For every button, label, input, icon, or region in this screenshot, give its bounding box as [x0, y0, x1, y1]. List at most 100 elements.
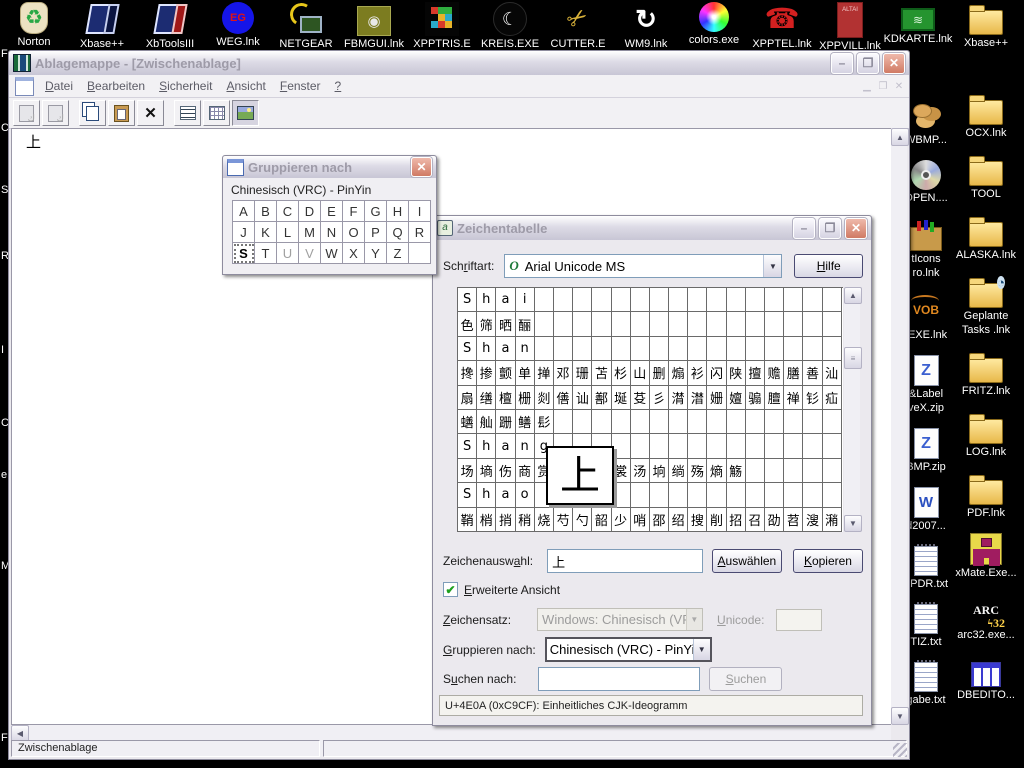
horizontal-scrollbar[interactable]: ◀	[11, 725, 891, 740]
letter-cell-T[interactable]: T	[255, 243, 277, 264]
char-cell-empty[interactable]	[823, 288, 842, 312]
search-field[interactable]	[538, 667, 700, 691]
letter-cell-F[interactable]: F	[343, 201, 365, 222]
char-cell-empty[interactable]	[573, 337, 592, 361]
letter-cell-Z[interactable]: Z	[387, 243, 409, 264]
char-cell-empty[interactable]	[803, 288, 822, 312]
desktop-icon[interactable]: Xbase++	[68, 2, 136, 52]
help-button[interactable]: Hilfe	[794, 254, 863, 278]
char-cell[interactable]: 舢	[477, 410, 496, 434]
char-cell-empty[interactable]	[669, 410, 688, 434]
char-cell-empty[interactable]	[784, 312, 803, 336]
char-cell[interactable]: 绱	[669, 459, 688, 483]
char-cell-empty[interactable]	[784, 459, 803, 483]
char-cell[interactable]: 汤	[631, 459, 650, 483]
char-cell-empty[interactable]	[765, 459, 784, 483]
char-cell[interactable]: S	[458, 288, 477, 312]
char-cell-empty[interactable]	[688, 483, 707, 507]
char-cell[interactable]: 骟	[746, 386, 765, 410]
group-dialog-close-icon[interactable]: ✕	[411, 157, 432, 177]
char-cell[interactable]: 鞘	[458, 508, 477, 532]
char-cell[interactable]: 善	[803, 361, 822, 385]
char-cell[interactable]: a	[496, 288, 515, 312]
char-cell[interactable]: 汕	[823, 361, 842, 385]
letter-cell-M[interactable]: M	[299, 222, 321, 243]
char-cell-empty[interactable]	[784, 483, 803, 507]
char-cell[interactable]: 讪	[573, 386, 592, 410]
char-cell[interactable]: 芍	[554, 508, 573, 532]
char-cell-empty[interactable]	[707, 288, 726, 312]
char-cell-empty[interactable]	[765, 434, 784, 458]
desktop-icon[interactable]: TOOL	[953, 153, 1019, 200]
char-cell[interactable]: n	[516, 434, 535, 458]
char-cell-empty[interactable]	[746, 483, 765, 507]
char-cell-empty[interactable]	[554, 312, 573, 336]
char-cell-empty[interactable]	[823, 312, 842, 336]
char-cell-empty[interactable]	[803, 337, 822, 361]
char-cell[interactable]: 垧	[650, 459, 669, 483]
letter-cell-H[interactable]: H	[387, 201, 409, 222]
letter-cell-B[interactable]: B	[255, 201, 277, 222]
char-cell[interactable]: 檀	[496, 386, 515, 410]
letter-cell-X[interactable]: X	[343, 243, 365, 264]
char-cell[interactable]: 墒	[477, 459, 496, 483]
char-cell[interactable]: 禅	[784, 386, 803, 410]
desktop-icon[interactable]: FRITZ.lnk	[953, 350, 1019, 397]
char-cell-empty[interactable]	[707, 410, 726, 434]
char-cell-empty[interactable]	[688, 288, 707, 312]
letter-cell-S[interactable]: S	[233, 243, 255, 264]
char-cell-empty[interactable]	[650, 288, 669, 312]
char-cell-empty[interactable]	[803, 434, 822, 458]
char-cell-empty[interactable]	[612, 337, 631, 361]
char-cell-empty[interactable]	[535, 337, 554, 361]
desktop-icon[interactable]: ♻Norton	[0, 2, 68, 52]
charmap-maximize-button[interactable]: ❐	[819, 218, 841, 239]
desktop-icon[interactable]: ↻WM9.lnk	[612, 2, 680, 52]
char-cell[interactable]: 跚	[496, 410, 515, 434]
charmap-scrollbar[interactable]: ▲ ≡ ▼	[844, 287, 860, 532]
char-cell[interactable]: n	[516, 337, 535, 361]
desktop-icon[interactable]: xMate.Exe...	[953, 533, 1019, 579]
char-cell[interactable]: 场	[458, 459, 477, 483]
desktop-icon[interactable]: PDF.lnk	[953, 472, 1019, 519]
char-cell-empty[interactable]	[803, 410, 822, 434]
char-cell[interactable]: 觞	[727, 459, 746, 483]
char-cell-empty[interactable]	[727, 312, 746, 336]
ablagemappe-titlebar[interactable]: Ablagemappe - [Zwischenablage] – ❐ ✕	[9, 51, 909, 75]
char-cell-empty[interactable]	[612, 288, 631, 312]
char-cell[interactable]: 彡	[650, 386, 669, 410]
desktop-icon[interactable]: EGWEG.lnk	[204, 2, 272, 52]
char-cell-empty[interactable]	[631, 434, 650, 458]
letter-cell-Y[interactable]: Y	[365, 243, 387, 264]
char-cell[interactable]: 髟	[535, 410, 554, 434]
letter-cell-O[interactable]: O	[343, 222, 365, 243]
letter-cell-V[interactable]: V	[299, 243, 321, 264]
char-cell[interactable]: 扇	[458, 386, 477, 410]
char-cell-empty[interactable]	[784, 434, 803, 458]
char-cell-empty[interactable]	[765, 410, 784, 434]
image-view-button[interactable]	[232, 100, 259, 126]
char-cell-empty[interactable]	[727, 483, 746, 507]
char-cell[interactable]: S	[458, 434, 477, 458]
char-cell[interactable]: 苫	[592, 361, 611, 385]
char-cell-empty[interactable]	[823, 410, 842, 434]
letter-cell-K[interactable]: K	[255, 222, 277, 243]
char-cell-empty[interactable]	[631, 337, 650, 361]
desktop-icon[interactable]: OCX.lnk	[953, 92, 1019, 139]
char-cell-empty[interactable]	[727, 434, 746, 458]
char-cell-empty[interactable]	[592, 312, 611, 336]
char-cell[interactable]: o	[516, 483, 535, 507]
char-cell[interactable]: 僐	[554, 386, 573, 410]
char-cell[interactable]: 溲	[803, 508, 822, 532]
char-cell-empty[interactable]	[688, 434, 707, 458]
char-cell[interactable]: 酾	[516, 312, 535, 336]
minimize-button[interactable]: –	[831, 53, 853, 74]
grid-view-button[interactable]	[203, 100, 230, 126]
charmap-scroll-up-icon[interactable]: ▲	[844, 287, 862, 304]
char-cell-empty[interactable]	[784, 288, 803, 312]
char-cell-empty[interactable]	[707, 312, 726, 336]
char-cell-empty[interactable]	[669, 483, 688, 507]
char-cell-empty[interactable]	[612, 483, 631, 507]
char-cell[interactable]: 剡	[535, 386, 554, 410]
char-cell[interactable]: 删	[650, 361, 669, 385]
